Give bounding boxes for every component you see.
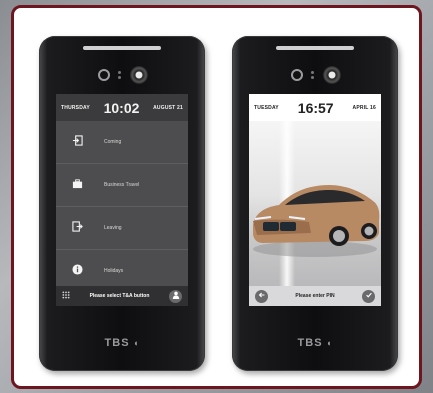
back-button[interactable] [255, 289, 268, 303]
bottom-bar: Please enter PIN [249, 286, 381, 306]
keypad-grid-icon[interactable] [62, 291, 70, 301]
brand-text: TBS [297, 337, 323, 349]
logout-icon [62, 221, 92, 235]
status-time: 10:02 [103, 99, 140, 116]
menu-label: Business Travel [104, 182, 140, 188]
camera-lens-icon [291, 69, 303, 81]
camera-lens-icon [98, 69, 110, 81]
menu-item-coming[interactable]: Coming [56, 121, 188, 164]
arrow-left-icon [258, 291, 266, 301]
instruction-text: Please enter PIN [295, 293, 335, 299]
camera-main-icon [130, 66, 148, 84]
checkmark-icon [365, 291, 373, 301]
camera-main-icon [323, 66, 341, 84]
menu-item-business-travel[interactable]: Business Travel [56, 164, 188, 207]
fingerprint-logo-icon: ◖ [129, 338, 140, 348]
menu-label: Coming [104, 139, 122, 145]
login-icon [62, 135, 92, 149]
device-screen: THURSDAY 10:02 AUGUST 21 Coming Business… [56, 94, 188, 306]
menu-label: Leaving [104, 225, 122, 231]
brand-text: TBS [104, 337, 130, 349]
fingerprint-logo-icon: ◖ [322, 338, 333, 348]
info-icon [62, 264, 92, 278]
bottom-bar: Please select T&A button [56, 286, 188, 306]
menu-label: Holidays [104, 268, 124, 274]
speaker-grille [83, 46, 161, 50]
screensaver-car-image [249, 121, 381, 286]
terminal-device-left: THURSDAY 10:02 AUGUST 21 Coming Business… [39, 36, 205, 371]
status-bar: TUESDAY 16:57 APRIL 16 [249, 94, 381, 121]
device-screen: TUESDAY 16:57 APRIL 16 Please enter PIN [249, 94, 381, 306]
brand-logo: TBS ◖ [232, 337, 398, 349]
status-day: THURSDAY [61, 104, 90, 111]
status-day: TUESDAY [254, 104, 279, 111]
user-button[interactable] [169, 289, 182, 303]
sensor-dots-icon [309, 69, 317, 81]
instruction-text: Please select T&A button [89, 293, 150, 299]
car-illustration [253, 185, 380, 257]
speaker-grille [276, 46, 354, 50]
status-date: AUGUST 21 [153, 104, 183, 111]
status-time: 16:57 [297, 99, 334, 116]
terminal-device-right: TUESDAY 16:57 APRIL 16 Please enter PIN … [232, 36, 398, 371]
menu-item-leaving[interactable]: Leaving [56, 207, 188, 250]
user-icon [172, 291, 180, 301]
sensor-dots-icon [116, 69, 124, 81]
image-frame: THURSDAY 10:02 AUGUST 21 Coming Business… [11, 5, 422, 389]
brand-logo: TBS ◖ [39, 337, 205, 349]
status-date: APRIL 16 [352, 104, 376, 111]
status-bar: THURSDAY 10:02 AUGUST 21 [56, 94, 188, 121]
briefcase-icon [62, 178, 92, 192]
confirm-button[interactable] [362, 289, 375, 303]
